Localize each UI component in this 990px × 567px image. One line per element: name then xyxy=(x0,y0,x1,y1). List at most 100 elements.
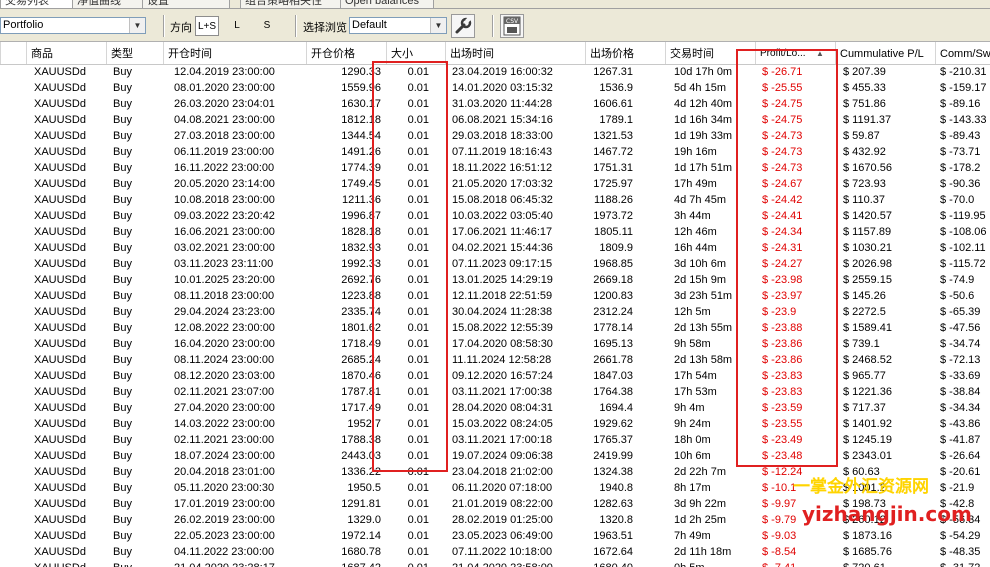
table-cell: 10h 6m xyxy=(674,450,711,462)
column-header-symbol[interactable]: 商品 xyxy=(26,42,106,64)
table-row[interactable]: XAUUSDd Buy 02.11.2021 23:00:00 1788.38 0.01… xyxy=(0,432,990,448)
table-cell: 1536.9 xyxy=(599,82,633,94)
table-row[interactable]: XAUUSDd Buy 03.11.2023 23:11:00 1992.33 0.01… xyxy=(0,256,990,272)
table-cell: XAUUSDd xyxy=(34,402,86,414)
table-cell: $ -24.75 xyxy=(762,98,803,110)
tab-open-balances[interactable]: Open balances xyxy=(340,0,434,8)
table-cell: 1336.22 xyxy=(341,466,381,478)
table-row[interactable]: XAUUSDd Buy 08.12.2020 23:03:00 1870.46 0.01… xyxy=(0,368,990,384)
portfolio-select[interactable]: Portfolio ▼ xyxy=(0,17,146,34)
table-row[interactable]: XAUUSDd Buy 16.06.2021 23:00:00 1828.18 0.01… xyxy=(0,224,990,240)
table-row[interactable]: XAUUSDd Buy 27.04.2020 23:00:00 1717.49 0.01… xyxy=(0,400,990,416)
table-cell: 15.03.2022 08:24:05 xyxy=(452,418,553,430)
table-row[interactable]: XAUUSDd Buy 04.08.2021 23:00:00 1812.18 0.01… xyxy=(0,112,990,128)
tab-trade-list[interactable]: 交易列表 xyxy=(0,0,74,8)
column-header-cumulative-pl[interactable]: Cummulative P/L xyxy=(835,42,935,64)
wrench-icon[interactable] xyxy=(451,14,475,38)
table-row[interactable]: XAUUSDd Buy 26.03.2020 23:04:01 1630.17 0.01… xyxy=(0,96,990,112)
table-cell: 1491.26 xyxy=(341,146,381,158)
table-cell: 1188.26 xyxy=(594,194,633,206)
table-cell: 9h 58m xyxy=(674,338,711,350)
table-row[interactable]: XAUUSDd Buy 02.11.2021 23:07:00 1787.81 0.01… xyxy=(0,384,990,400)
table-cell: 03.02.2021 23:00:00 xyxy=(174,242,275,254)
table-cell: 23.04.2018 21:02:00 xyxy=(452,466,553,478)
table-row[interactable]: XAUUSDd Buy 22.05.2023 23:00:00 1972.14 0.01… xyxy=(0,528,990,544)
table-cell: XAUUSDd xyxy=(34,322,86,334)
direction-ls-button[interactable]: L+S xyxy=(195,16,219,36)
table-cell: 7h 49m xyxy=(674,530,711,542)
column-header-type[interactable]: 类型 xyxy=(106,42,163,64)
column-header-size[interactable]: 大小 xyxy=(386,42,445,64)
table-cell: 23.04.2019 16:00:32 xyxy=(452,66,553,78)
table-cell: 14.03.2022 23:00:00 xyxy=(174,418,275,430)
table-row[interactable]: XAUUSDd Buy 04.11.2022 23:00:00 1680.78 0.01… xyxy=(0,544,990,560)
table-row[interactable]: XAUUSDd Buy 12.08.2022 23:00:00 1801.62 0.01… xyxy=(0,320,990,336)
table-cell: Buy xyxy=(113,498,132,510)
tab-portfolio-correlation[interactable]: 组合策略相关性 xyxy=(240,0,345,8)
table-cell: 2419.99 xyxy=(593,450,633,462)
table-row[interactable]: XAUUSDd Buy 08.11.2018 23:00:00 1223.88 0.01… xyxy=(0,288,990,304)
table-row[interactable]: XAUUSDd Buy 10.08.2018 23:00:00 1211.36 0.01… xyxy=(0,192,990,208)
column-header-profit-loss[interactable]: Profit/Lo... ▲ xyxy=(755,42,835,64)
table-row[interactable]: XAUUSDd Buy 16.04.2020 23:00:00 1718.49 0.01… xyxy=(0,336,990,352)
tab-equity-curve[interactable]: 净值曲线 xyxy=(72,0,144,8)
table-cell: Buy xyxy=(113,338,132,350)
table-cell: XAUUSDd xyxy=(34,178,86,190)
toolbar: Portfolio ▼ 方向 L+S L S 选择浏览 Default ▼ CS… xyxy=(0,9,990,42)
table-row[interactable]: XAUUSDd Buy 06.11.2019 23:00:00 1491.26 0.01… xyxy=(0,144,990,160)
column-header-blank xyxy=(0,42,26,64)
table-cell: $ 110.37 xyxy=(843,194,886,206)
direction-short-button[interactable]: S xyxy=(255,16,279,36)
table-row[interactable]: XAUUSDd Buy 18.07.2024 23:00:00 2443.03 0.01… xyxy=(0,448,990,464)
tab-settings[interactable]: 设置 xyxy=(142,0,230,8)
table-cell: Buy xyxy=(113,450,132,462)
table-row[interactable]: XAUUSDd Buy 14.03.2022 23:00:00 1952.7 0.01 1… xyxy=(0,416,990,432)
table-cell: 3d 10h 6m xyxy=(674,258,726,270)
table-cell: 0.01 xyxy=(407,306,429,318)
table-cell: 1282.63 xyxy=(593,498,633,510)
table-row[interactable]: XAUUSDd Buy 20.05.2020 23:14:00 1749.45 0.01… xyxy=(0,176,990,192)
table-cell: 2661.78 xyxy=(593,354,633,366)
table-cell: 9h 4m xyxy=(674,402,705,414)
browse-select[interactable]: Default ▼ xyxy=(349,17,447,34)
chevron-down-icon[interactable]: ▼ xyxy=(129,18,145,33)
table-cell: 1963.51 xyxy=(593,530,633,542)
table-cell: 1606.61 xyxy=(593,98,633,110)
tab-strip: 交易列表 净值曲线 设置 组合策略相关性 Open balances xyxy=(0,0,990,9)
table-row[interactable]: XAUUSDd Buy 03.02.2021 23:00:00 1832.93 0.01… xyxy=(0,240,990,256)
table-cell: 1717.49 xyxy=(341,402,381,414)
table-row[interactable]: XAUUSDd Buy 10.01.2025 23:20:00 2692.76 0.01… xyxy=(0,272,990,288)
table-row[interactable]: XAUUSDd Buy 29.04.2024 23:23:00 2335.74 0.01… xyxy=(0,304,990,320)
table-cell: 0.01 xyxy=(407,466,429,478)
table-cell: $ -72.13 xyxy=(940,354,981,366)
column-header-comm-swap[interactable]: Comm/Swa xyxy=(935,42,990,64)
table-row[interactable]: XAUUSDd Buy 09.03.2022 23:20:42 1996.87 0.01… xyxy=(0,208,990,224)
table-row[interactable]: XAUUSDd Buy 08.11.2024 23:00:00 2685.24 0.01… xyxy=(0,352,990,368)
column-header-open-price[interactable]: 开仓价格 xyxy=(306,42,386,64)
table-row[interactable]: XAUUSDd Buy 08.01.2020 23:00:00 1559.96 0.01… xyxy=(0,80,990,96)
csv-export-icon[interactable]: CSV xyxy=(500,14,524,38)
table-cell: 0.01 xyxy=(407,482,429,494)
table-cell: 20.04.2018 23:01:00 xyxy=(174,466,275,478)
table-row[interactable]: XAUUSDd Buy 27.03.2018 23:00:00 1344.54 0.01… xyxy=(0,128,990,144)
table-row[interactable]: XAUUSDd Buy 21.04.2020 23:28:171687.42 0.01… xyxy=(0,560,990,567)
column-header-close-time[interactable]: 出场时间 xyxy=(445,42,585,64)
browse-label: 选择浏览 xyxy=(303,22,347,34)
table-cell: Buy xyxy=(113,402,132,414)
table-cell: $ 1030.21 xyxy=(843,242,892,254)
column-header-close-price[interactable]: 出场价格 xyxy=(585,42,665,64)
table-cell: XAUUSDd xyxy=(34,498,86,510)
table-cell: 2335.74 xyxy=(341,306,381,318)
direction-long-button[interactable]: L xyxy=(225,16,249,36)
chevron-down-icon[interactable]: ▼ xyxy=(430,18,446,33)
table-cell: $ -23.83 xyxy=(762,370,803,382)
table-cell: 0.01 xyxy=(407,242,429,254)
table-cell: 29.04.2024 23:23:00 xyxy=(174,306,275,318)
table-cell: $ -89.16 xyxy=(940,98,981,110)
table-cell: $ -43.86 xyxy=(940,418,981,430)
column-header-duration[interactable]: 交易时间 xyxy=(665,42,755,64)
table-cell: 15.08.2022 12:55:39 xyxy=(452,322,553,334)
table-row[interactable]: XAUUSDd Buy 12.04.2019 23:00:00 1290.33 0.01… xyxy=(0,64,990,80)
table-row[interactable]: XAUUSDd Buy 16.11.2022 23:00:00 1774.39 0.01… xyxy=(0,160,990,176)
column-header-open-time[interactable]: 开仓时间 xyxy=(163,42,306,64)
